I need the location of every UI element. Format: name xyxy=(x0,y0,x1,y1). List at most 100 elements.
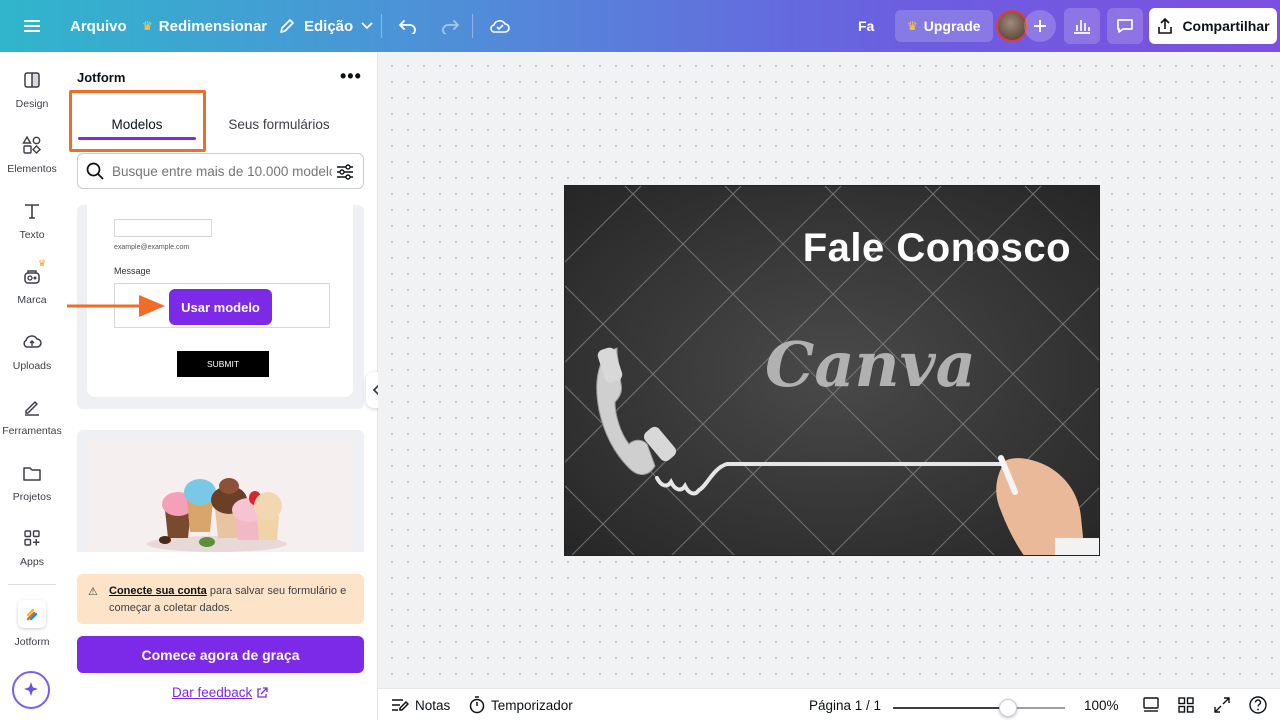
highlight-annotation xyxy=(69,90,206,152)
more-options-icon[interactable]: ••• xyxy=(340,66,362,87)
page-indicator[interactable]: Página 1 / 1 xyxy=(809,689,881,720)
rail-item-label: Jotform xyxy=(14,636,50,648)
uploads-icon xyxy=(20,330,44,354)
design-icon xyxy=(20,68,44,92)
connect-account-link[interactable]: Conecte sua conta xyxy=(109,585,207,597)
projects-icon xyxy=(20,461,44,485)
brand-icon: ♛ xyxy=(20,258,46,288)
rail-item-label: Design xyxy=(15,98,49,110)
redo-icon[interactable] xyxy=(440,0,460,52)
panel-title: Jotform xyxy=(77,70,126,85)
template-card[interactable] xyxy=(77,430,364,552)
bottom-bar: Notas Temporizador Página 1 / 1 100% xyxy=(378,688,1280,720)
cupcakes-image xyxy=(147,478,287,552)
rail-item-apps[interactable]: Apps xyxy=(0,522,64,582)
file-menu[interactable]: Arquivo xyxy=(70,0,127,52)
share-label: Compartilhar xyxy=(1182,18,1270,34)
cupcake-template-preview xyxy=(87,440,353,552)
email-field-preview xyxy=(114,219,212,237)
side-panel: Jotform ••• Modelos Seus formulários exa… xyxy=(64,52,378,720)
pencil-icon xyxy=(278,17,296,35)
grid-view-icon[interactable] xyxy=(1176,695,1196,715)
divider xyxy=(472,14,473,38)
notes-label: Notas xyxy=(415,697,451,713)
start-free-label: Comece agora de graça xyxy=(141,646,300,663)
rail-item-projects[interactable]: Projetos xyxy=(0,457,64,517)
email-hint: example@example.com xyxy=(114,244,190,251)
filter-icon[interactable] xyxy=(335,162,355,182)
crown-icon: ♛ xyxy=(38,258,47,268)
magic-assistant-button[interactable] xyxy=(12,671,50,709)
tab-your-forms[interactable]: Seus formulários xyxy=(214,104,344,144)
tab-label: Seus formulários xyxy=(228,116,330,132)
rail-item-uploads[interactable]: Uploads xyxy=(0,326,64,386)
user-initials[interactable]: Fa xyxy=(858,0,874,52)
divider xyxy=(381,14,382,38)
upgrade-button[interactable]: ♛ Upgrade xyxy=(895,10,993,42)
rail-item-label: Elementos xyxy=(7,163,57,175)
divider xyxy=(8,584,56,585)
undo-icon[interactable] xyxy=(398,0,418,52)
rail-item-design[interactable]: Design xyxy=(0,64,64,124)
zoom-slider-handle[interactable] xyxy=(999,699,1018,717)
design-page[interactable]: Canva Fale Conosco xyxy=(564,185,1100,556)
rail-item-label: Ferramentas xyxy=(2,425,62,437)
notes-icon xyxy=(392,699,409,711)
submit-label: SUBMIT xyxy=(206,359,240,369)
timer-icon xyxy=(469,696,485,714)
comments-button[interactable] xyxy=(1107,8,1143,44)
apps-icon xyxy=(20,526,44,550)
timer-label: Temporizador xyxy=(491,697,573,713)
fullscreen-icon[interactable] xyxy=(1212,695,1232,715)
timer-button[interactable]: Temporizador xyxy=(469,689,573,720)
menu-icon[interactable] xyxy=(20,0,44,52)
external-link-icon xyxy=(257,686,268,698)
elements-icon xyxy=(20,133,44,157)
comment-icon xyxy=(1117,19,1133,33)
tools-icon xyxy=(20,395,44,419)
rail-item-tools[interactable]: Ferramentas xyxy=(0,391,64,451)
help-icon[interactable] xyxy=(1248,695,1268,715)
share-button[interactable]: Compartilhar xyxy=(1149,8,1277,44)
cloud-sync-icon[interactable] xyxy=(489,0,511,52)
annotation-arrow-icon xyxy=(67,295,165,317)
analytics-button[interactable] xyxy=(1064,8,1100,44)
search-box[interactable] xyxy=(77,153,364,189)
upgrade-label: Upgrade xyxy=(923,18,981,34)
message-label: Message xyxy=(114,266,151,276)
rail-item-text[interactable]: Texto xyxy=(0,195,64,255)
design-title[interactable]: Fale Conosco xyxy=(803,226,1071,271)
rail-item-label: Marca xyxy=(17,294,47,306)
page-label: Página 1 / 1 xyxy=(809,697,882,713)
use-template-label: Usar modelo xyxy=(181,299,260,315)
chevron-down-icon xyxy=(361,22,373,30)
edit-mode-label: Edição xyxy=(304,17,354,35)
resize-label: Redimensionar xyxy=(158,17,268,35)
notes-button[interactable]: Notas xyxy=(391,689,450,720)
edit-mode-button[interactable]: Edição xyxy=(278,0,373,52)
plus-icon xyxy=(1034,20,1046,32)
start-free-button[interactable]: Comece agora de graça xyxy=(77,636,364,673)
resize-button[interactable]: ♛ Redimensionar xyxy=(142,0,267,52)
feedback-label: Dar feedback xyxy=(172,685,253,700)
page-view-icon[interactable] xyxy=(1141,695,1161,715)
rail-item-elements[interactable]: Elementos xyxy=(0,129,64,189)
search-input[interactable] xyxy=(112,163,332,179)
canva-watermark: Canva xyxy=(765,328,976,401)
use-template-button[interactable]: Usar modelo xyxy=(169,289,272,325)
feedback-link[interactable]: Dar feedback xyxy=(172,685,268,700)
text-icon xyxy=(20,199,44,223)
chart-icon xyxy=(1074,20,1090,34)
zoom-slider[interactable] xyxy=(893,707,1065,709)
rail-item-label: Texto xyxy=(19,229,45,241)
rail-item-brand[interactable]: ♛ Marca xyxy=(0,258,64,320)
add-collaborator-button[interactable] xyxy=(1024,10,1056,42)
share-icon xyxy=(1158,17,1173,34)
rail-item-label: Projetos xyxy=(12,491,52,503)
rail-item-jotform[interactable]: Jotform xyxy=(0,600,64,660)
zoom-level[interactable]: 100% xyxy=(1084,689,1119,720)
top-bar: Arquivo ♛ Redimensionar Edição Fa ♛ Upgr… xyxy=(0,0,1280,52)
rail-item-label: Uploads xyxy=(12,360,52,372)
warning-icon: ⚠ xyxy=(88,586,98,598)
jotform-icon xyxy=(18,600,46,628)
